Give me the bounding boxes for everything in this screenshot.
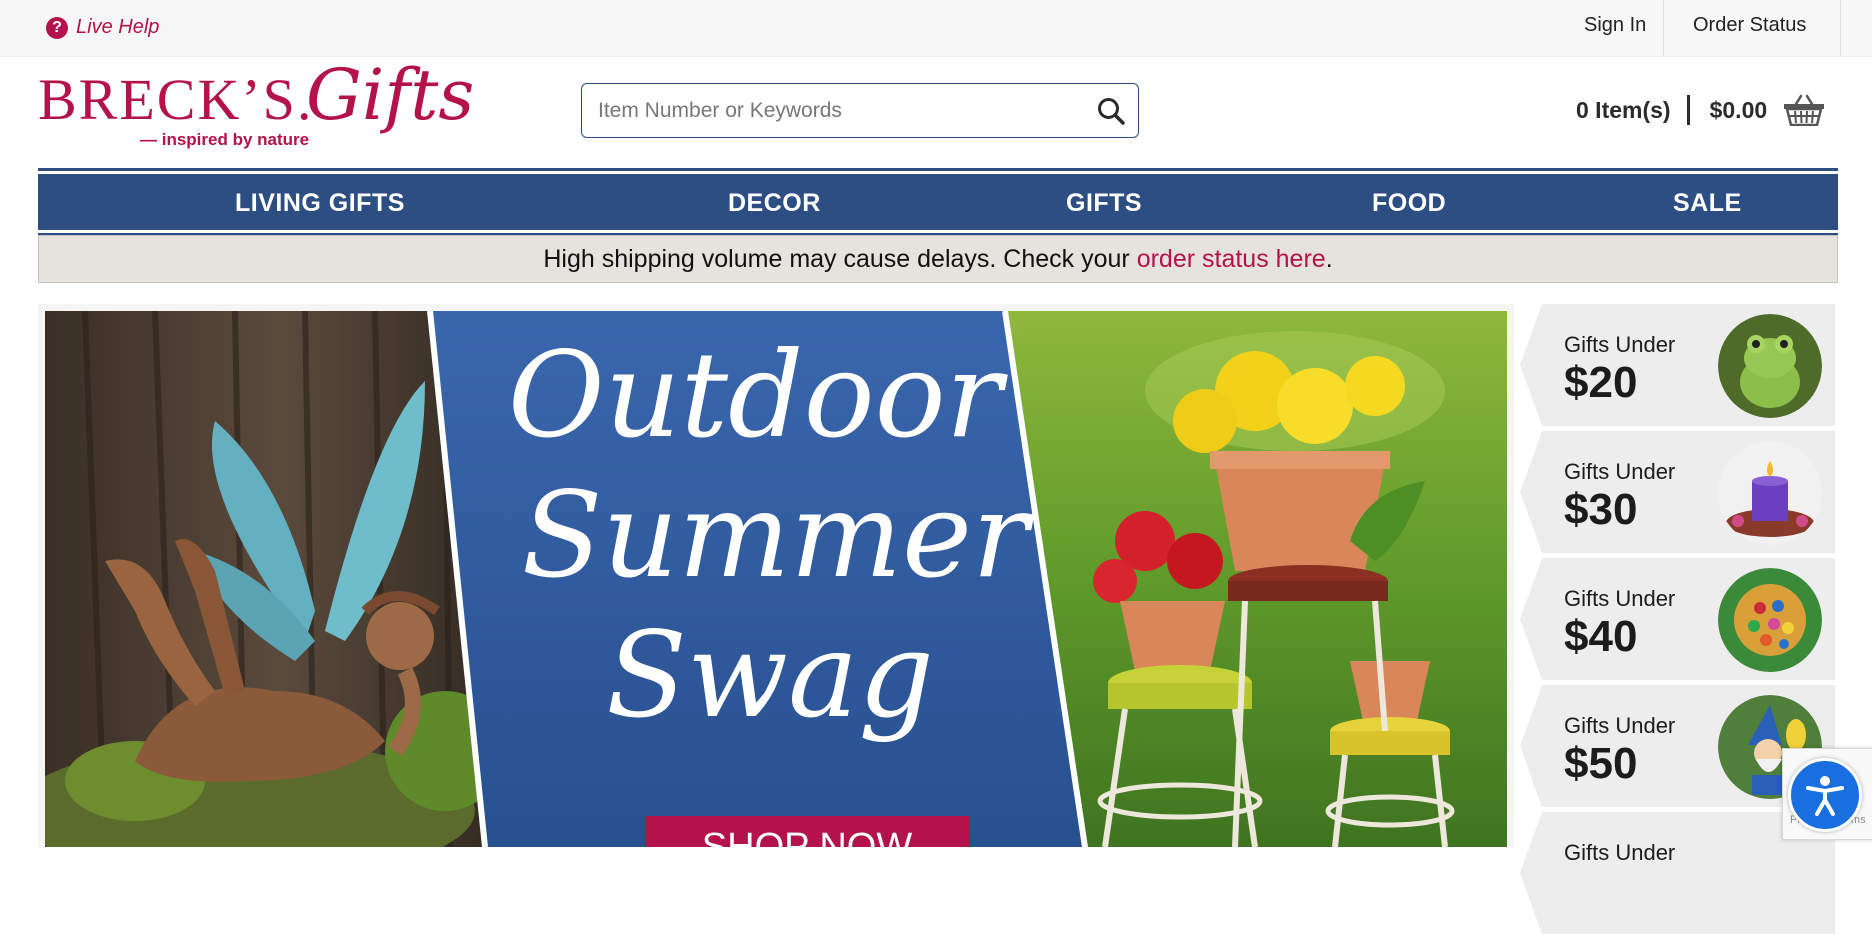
hero-headline-3: Swag	[606, 606, 934, 744]
shipping-notice-banner: High shipping volume may cause delays. C…	[38, 235, 1838, 283]
order-status-here-link[interactable]: order status here	[1137, 245, 1326, 273]
gifts-under-20-card[interactable]: Gifts Under $20	[1520, 304, 1835, 426]
logo-gifts-text: Gifts	[306, 54, 475, 136]
candle-icon	[1718, 441, 1822, 545]
cart-item-count: 0 Item(s)	[1576, 96, 1671, 123]
candle-centerpiece-thumbnail	[1718, 441, 1822, 545]
mosaic-sphere-icon	[1718, 568, 1822, 672]
card-label: Gifts Under	[1564, 713, 1676, 738]
frog-statue-thumbnail	[1718, 314, 1822, 418]
search-box	[581, 83, 1139, 138]
divider	[1840, 0, 1841, 56]
hero-headline-1: Outdoor	[508, 326, 1009, 464]
cart-total: $0.00	[1709, 96, 1768, 123]
basket-icon	[1784, 94, 1825, 126]
nav-food[interactable]: FOOD	[1372, 189, 1446, 218]
logo-tagline: — inspired by nature	[140, 130, 310, 149]
card-price: $40	[1564, 612, 1638, 661]
frog-icon	[1718, 314, 1822, 418]
search-input[interactable]	[596, 96, 1070, 126]
card-price: $20	[1564, 358, 1638, 407]
question-icon: ?	[46, 16, 68, 39]
card-label: Gifts Under	[1564, 840, 1676, 865]
notice-text: High shipping volume may cause delays. C…	[543, 245, 1137, 273]
live-help-link[interactable]: ? Live Help	[46, 16, 159, 39]
search-button[interactable]	[1094, 94, 1128, 128]
order-status-link[interactable]: Order Status	[1693, 14, 1806, 37]
accessibility-icon	[1806, 776, 1844, 816]
nav-decor[interactable]: DECOR	[728, 189, 821, 218]
hero-headline-2: Summer	[522, 466, 1035, 604]
notice-period: .	[1325, 245, 1333, 273]
nav-gifts[interactable]: GIFTS	[1066, 189, 1142, 218]
card-label: Gifts Under	[1564, 332, 1676, 357]
card-price: $50	[1564, 739, 1638, 788]
sign-in-link[interactable]: Sign In	[1584, 14, 1646, 37]
logo-brand-text: BRECK’S.	[38, 67, 314, 132]
search-icon	[1098, 98, 1125, 125]
divider	[1663, 0, 1664, 56]
main-navigation: LIVING GIFTS DECOR GIFTS FOOD SALE	[38, 168, 1838, 236]
divider	[1686, 95, 1690, 125]
live-help-label: Live Help	[76, 16, 160, 38]
top-utility-bar: ? Live Help Sign In Order Status	[0, 0, 1872, 57]
card-label: Gifts Under	[1564, 586, 1676, 611]
card-label: Gifts Under	[1564, 459, 1676, 484]
nav-sale[interactable]: SALE	[1673, 189, 1742, 218]
gifts-under-40-card[interactable]: Gifts Under $40	[1520, 558, 1835, 680]
hero-banner[interactable]: Outdoor Summer Swag SHOP NOW	[38, 304, 1514, 847]
flower-plant-stand-photo	[1008, 311, 1507, 847]
shop-now-button[interactable]: SHOP NOW	[645, 816, 970, 847]
nav-living-gifts[interactable]: LIVING GIFTS	[235, 189, 405, 218]
brecks-gifts-logo[interactable]: BRECK’S. Gifts — inspired by nature	[38, 54, 474, 160]
shop-now-label: SHOP NOW	[702, 826, 913, 847]
gifts-under-30-card[interactable]: Gifts Under $30	[1520, 431, 1835, 553]
cart-summary[interactable]: 0 Item(s) $0.00	[1576, 94, 1825, 126]
hero-image: Outdoor Summer Swag SHOP NOW	[45, 311, 1507, 847]
card-price: $30	[1564, 485, 1638, 534]
mosaic-ball-thumbnail	[1718, 568, 1822, 672]
accessibility-button[interactable]	[1788, 758, 1862, 832]
